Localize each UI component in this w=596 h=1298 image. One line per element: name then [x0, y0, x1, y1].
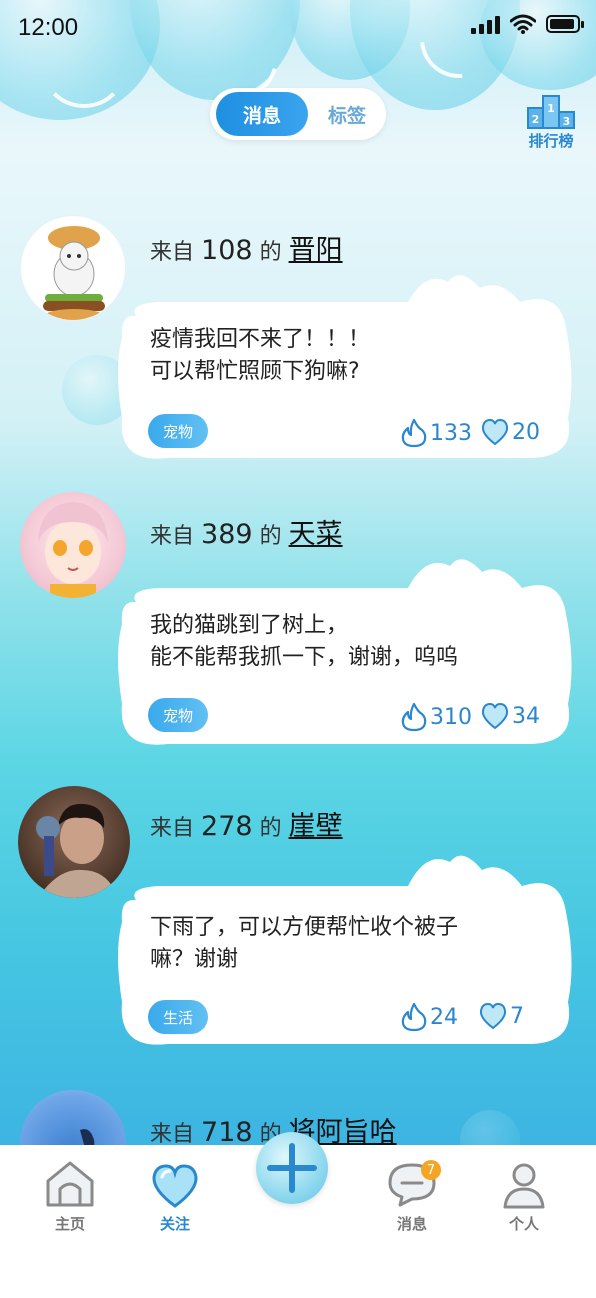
heart-count: 34 [512, 703, 540, 729]
message-line: 能不能帮我抓一下，谢谢，呜呜 [150, 645, 459, 670]
category-tag[interactable]: 宠物 [148, 698, 208, 732]
fire-count: 24 [430, 1004, 458, 1030]
category-tag[interactable]: 宠物 [148, 414, 208, 448]
tab-tags[interactable]: 标签 [312, 92, 382, 136]
message-text: 疫情我回不来了！！！ 可以帮忙照顾下狗嘛? [150, 324, 370, 388]
heart-icon [479, 1002, 507, 1030]
status-bar: 12:00 [0, 0, 596, 56]
user-number: 108 [201, 235, 253, 266]
signal-icon [471, 14, 500, 34]
podium-icon: 2 1 3 [527, 95, 575, 129]
tab-label: 消息 [396, 1215, 427, 1233]
message-line: 嘛？谢谢 [150, 947, 239, 972]
ranking-label: 排行榜 [528, 132, 574, 150]
user-name-link[interactable]: 晋阳 [289, 235, 343, 266]
fire-icon [401, 1002, 427, 1032]
message-badge: 7 [421, 1160, 441, 1180]
home-icon [46, 1161, 94, 1207]
podium-digit-2: 2 [532, 113, 540, 126]
fire-stat[interactable]: 24 [400, 1002, 458, 1032]
podium-digit-1: 1 [547, 102, 555, 115]
status-icons [471, 14, 584, 34]
from-prefix: 来自 [150, 524, 195, 549]
user-icon [503, 1163, 545, 1209]
heart-count: 7 [510, 1003, 524, 1029]
like-stat[interactable]: 7 [478, 1002, 524, 1030]
tab-follow[interactable]: 关注 [135, 1157, 215, 1237]
podium-digit-3: 3 [563, 115, 571, 128]
ranking-button[interactable]: 2 1 3 排行榜 [520, 92, 582, 152]
message-text: 我的猫跳到了树上， 能不能帮我抓一下，谢谢，呜呜 [150, 610, 458, 674]
from-prefix: 来自 [150, 240, 195, 265]
from-mid: 的 [259, 816, 282, 841]
tab-label: 主页 [54, 1215, 85, 1233]
user-number: 718 [201, 1117, 253, 1148]
heart-icon [152, 1164, 198, 1208]
like-stat[interactable]: 34 [480, 702, 540, 730]
post-from: 来自 278 的 崖壁 [150, 804, 343, 843]
user-name-link[interactable]: 崖壁 [289, 811, 343, 842]
message-line: 下雨了，可以方便帮忙收个被子 [150, 915, 459, 940]
heart-icon [481, 702, 509, 730]
message-text: 下雨了，可以方便帮忙收个被子 嘛？谢谢 [150, 912, 458, 976]
battery-icon [546, 15, 584, 33]
heart-count: 20 [512, 419, 540, 445]
screen: 12:00 消息 标签 2 1 3 排行榜 来自 108 的 晋阳 疫情我回不来… [0, 0, 596, 1298]
fire-icon [401, 702, 427, 732]
message-tag-switch: 消息 标签 [210, 88, 386, 140]
plus-icon [267, 1143, 317, 1193]
fire-icon [401, 418, 427, 448]
tab-label: 关注 [159, 1215, 190, 1233]
user-number: 278 [201, 811, 253, 842]
fire-stat[interactable]: 310 [400, 702, 472, 732]
from-mid: 的 [259, 240, 282, 265]
from-prefix: 来自 [150, 816, 195, 841]
wifi-icon [510, 14, 536, 34]
user-name-link[interactable]: 天菜 [289, 519, 343, 550]
tab-home[interactable]: 主页 [30, 1157, 110, 1237]
fire-count: 310 [430, 704, 472, 730]
post-from: 来自 389 的 天菜 [150, 512, 343, 551]
tab-label: 个人 [508, 1215, 539, 1233]
fire-stat[interactable]: 133 [400, 418, 472, 448]
tab-messages[interactable]: 消息 [216, 92, 308, 136]
user-number: 389 [201, 519, 253, 550]
heart-icon [481, 418, 509, 446]
category-tag[interactable]: 生活 [148, 1000, 208, 1034]
message-line: 我的猫跳到了树上， [150, 613, 349, 638]
message-line: 可以帮忙照顾下狗嘛? [150, 359, 360, 384]
fire-count: 133 [430, 420, 472, 446]
from-mid: 的 [259, 524, 282, 549]
tab-profile[interactable]: 个人 [484, 1157, 564, 1237]
add-post-button[interactable] [256, 1132, 328, 1204]
post-from: 来自 108 的 晋阳 [150, 228, 343, 267]
status-time: 12:00 [18, 14, 79, 41]
message-line: 疫情我回不来了！！！ [150, 327, 371, 352]
like-stat[interactable]: 20 [480, 418, 540, 446]
from-prefix: 来自 [150, 1122, 195, 1147]
